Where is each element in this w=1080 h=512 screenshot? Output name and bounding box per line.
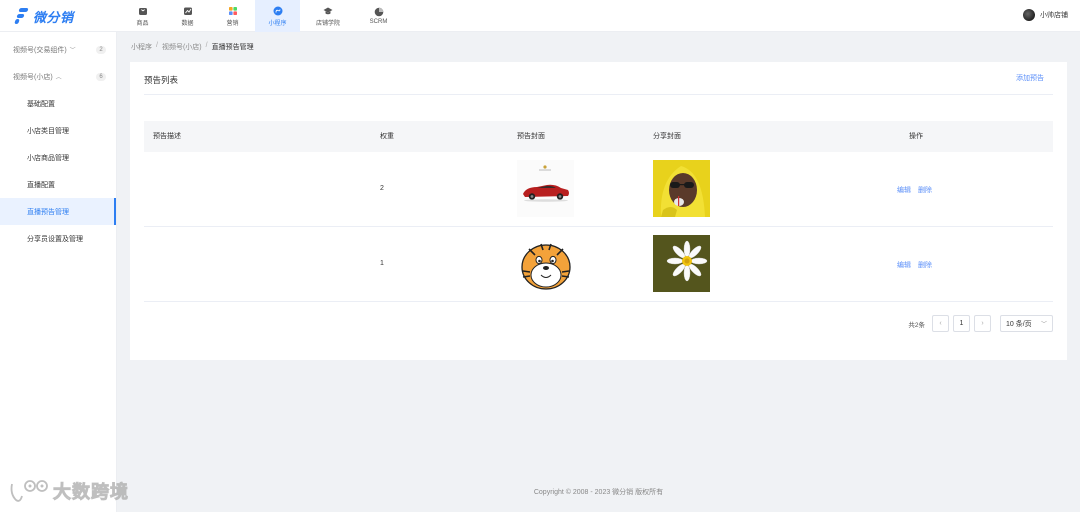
nav-label: 商品 [136,20,149,27]
sidebar-group-label-wrap: 视频号(交易组件) ﹀ [13,45,76,55]
preview-list-card: 预告列表 添加预告 预告描述 权重 预告封面 分享封面 操作 2 编辑 删除 1… [130,62,1067,360]
share-cover-image-daisy[interactable] [653,235,710,292]
user-name: 小帅店铺 [1040,12,1068,19]
column-header-description: 预告描述 [153,133,181,140]
sidebar-item-category-management[interactable]: 小店类目管理 [0,117,116,144]
prev-page-button[interactable]: ‹ [932,315,949,332]
breadcrumb-separator: / [205,42,208,49]
logo[interactable]: 微分销 [14,7,74,25]
column-header-cover: 预告封面 [517,133,545,140]
pagination: 共2条 ‹ 1 › 10 条/页 ﹀ [908,315,1053,332]
breadcrumb: 小程序 / 视频号(小店) / 直播预告管理 [131,42,254,52]
cartoon-tiger-image [517,235,574,292]
share-cover-image-person[interactable] [653,160,710,217]
column-header-weight: 权重 [380,133,394,140]
top-nav: 商品 数据 营销 小程序 店铺学院 SCRM [120,0,401,32]
nav-label: 营销 [226,20,239,27]
sidebar-group-channels-trade[interactable]: 视频号(交易组件) ﹀ 2 [0,36,116,63]
nav-item-miniprogram[interactable]: 小程序 [255,0,300,32]
watermark: 大数跨境 [8,478,129,504]
nav-item-marketing[interactable]: 营销 [210,0,255,32]
sports-car-image [517,160,574,217]
top-bar: 微分销 商品 数据 营销 小程序 店铺学院 SCRM 小帅店铺 [0,0,1080,32]
chevron-down-icon: ﹀ [1040,322,1047,328]
pagination-total: 共2条 [908,321,925,329]
weight-cell: 1 [380,260,384,267]
academy-icon [323,7,333,14]
row-actions: 编辑 删除 [897,185,932,195]
cover-image-tiger[interactable] [517,235,574,292]
footer-copyright: Copyright © 2008 - 2023 微分销 版权所有 [533,489,664,496]
logo-icon [14,8,29,24]
goods-icon [138,7,147,15]
watermark-logo-icon [10,480,48,502]
count-badge: 6 [96,72,106,81]
count-badge: 2 [96,45,106,54]
nav-item-scrm[interactable]: SCRM [356,0,401,32]
add-preview-button[interactable]: 添加预告 [1016,73,1044,83]
logo-text: 微分销 [33,9,74,25]
column-header-actions: 操作 [909,133,923,140]
table-header: 预告描述 权重 预告封面 分享封面 操作 [144,121,1053,152]
breadcrumb-current: 直播预告管理 [211,44,254,51]
nav-label: 数据 [181,20,194,27]
sidebar-item-live-preview-management[interactable]: 直播预告管理 [0,198,116,225]
preview-table: 预告描述 权重 预告封面 分享封面 操作 2 编辑 删除 1 编辑 删除 [144,121,1053,302]
sidebar-group-label: 视频号(交易组件) [13,46,67,54]
sidebar-item-sharer-management[interactable]: 分享员设置及管理 [0,225,116,252]
column-header-share-cover: 分享封面 [653,133,681,140]
chevron-up-icon: ︿ [55,75,62,81]
sidebar-group-label: 视频号(小店) [13,73,53,81]
page-title: 预告列表 [144,75,179,85]
nav-item-academy[interactable]: 店铺学院 [300,0,356,32]
next-page-button[interactable]: › [974,315,991,332]
sidebar-group-label-wrap: 视频号(小店) ︿ [13,72,62,82]
chevron-right-icon: › [981,320,984,327]
miniprogram-icon [273,6,282,15]
sidebar-item-basic-config[interactable]: 基础配置 [0,90,116,117]
daisy-photo [653,235,710,292]
nav-label: SCRM [369,19,388,25]
cover-image-car[interactable] [517,160,574,217]
nav-item-data[interactable]: 数据 [165,0,210,32]
sidebar-item-live-config[interactable]: 直播配置 [0,171,116,198]
page-number-button[interactable]: 1 [953,315,970,332]
nav-label: 小程序 [268,20,287,27]
sidebar-item-product-management[interactable]: 小店商品管理 [0,144,116,171]
person-photo [653,160,710,217]
page-size-select[interactable]: 10 条/页 ﹀ [1000,315,1053,332]
chevron-down-icon: ﹀ [69,48,76,54]
weight-cell: 2 [380,185,384,192]
table-row: 2 编辑 删除 [144,152,1053,227]
marketing-icon [228,6,237,15]
scrm-icon [374,7,383,17]
sidebar-group-channels-store[interactable]: 视频号(小店) ︿ 6 [0,63,116,90]
breadcrumb-item[interactable]: 小程序 [131,42,152,52]
row-actions: 编辑 删除 [897,260,932,270]
delete-button[interactable]: 删除 [918,260,932,270]
table-row: 1 编辑 删除 [144,227,1053,302]
nav-label: 店铺学院 [315,20,340,27]
chevron-left-icon: ‹ [939,320,942,327]
delete-button[interactable]: 删除 [918,185,932,195]
data-icon [183,7,192,15]
edit-button[interactable]: 编辑 [897,260,911,270]
breadcrumb-separator: / [156,42,158,49]
page-size-value: 10 条/页 [1006,320,1032,328]
avatar [1023,9,1035,21]
watermark-text: 大数跨境 [53,482,129,503]
user-menu[interactable]: 小帅店铺 [1023,9,1068,21]
edit-button[interactable]: 编辑 [897,185,911,195]
breadcrumb-item[interactable]: 视频号(小店) [162,42,202,52]
sidebar: 视频号(交易组件) ﹀ 2 视频号(小店) ︿ 6 基础配置 小店类目管理 小店… [0,32,117,512]
nav-item-goods[interactable]: 商品 [120,0,165,32]
divider [144,94,1053,95]
